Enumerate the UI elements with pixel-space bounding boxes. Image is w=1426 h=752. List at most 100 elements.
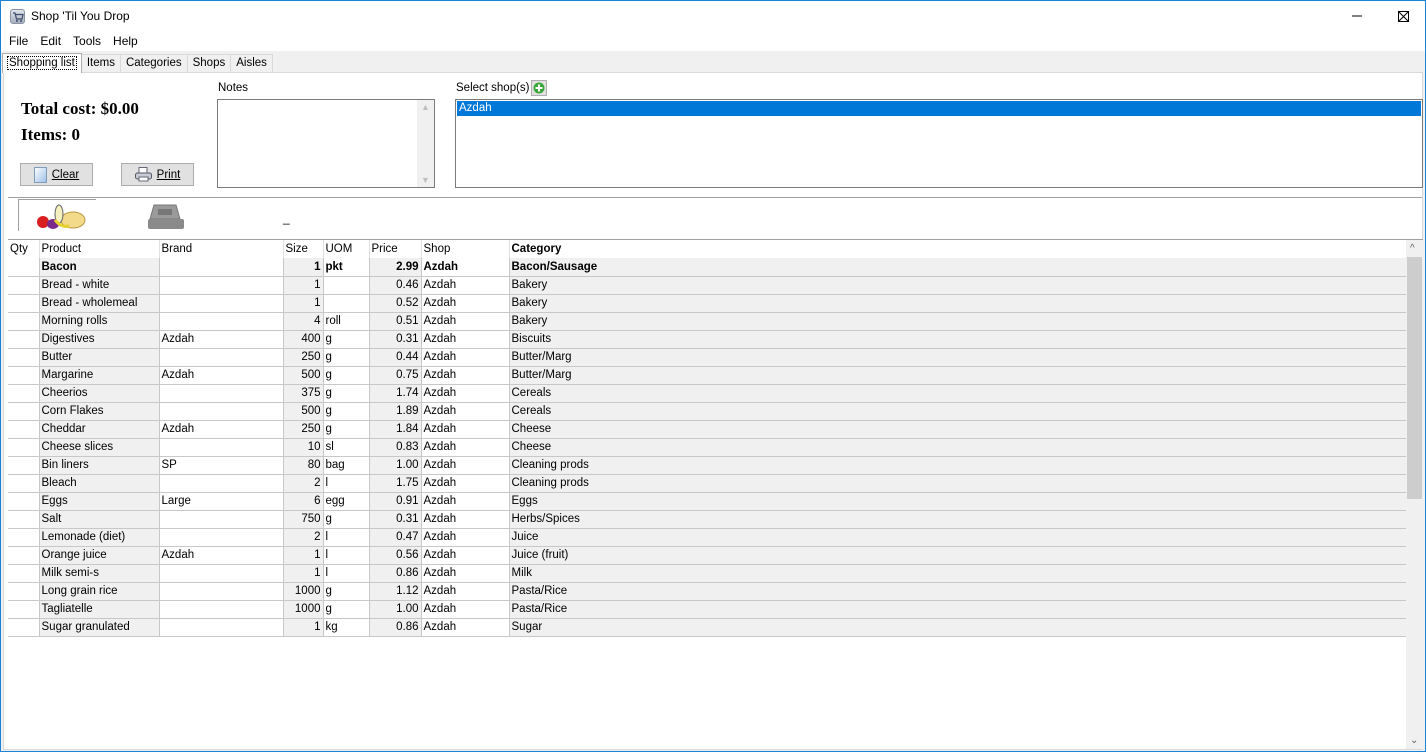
items-view-toggle[interactable] [18,199,96,231]
cell-qty[interactable] [8,528,40,547]
table-row[interactable]: Morning rolls 4 roll 0.51 Azdah Bakery [8,312,1407,331]
chevron-down-icon[interactable]: ⌄ [1410,735,1418,746]
col-uom[interactable]: UOM [323,240,370,258]
cell-shop: Azdah [421,474,510,493]
cell-qty[interactable] [8,510,40,529]
cell-size: 2 [283,474,324,493]
table-row[interactable]: Digestives Azdah 400 g 0.31 Azdah Biscuits [8,330,1407,349]
table-row[interactable]: Lemonade (diet) 2 l 0.47 Azdah Juice [8,528,1407,547]
cell-uom: g [323,366,370,385]
close-button[interactable] [1380,1,1426,31]
cell-brand [159,294,284,313]
clear-button[interactable]: Clear [20,163,93,186]
table-row[interactable]: Sugar granulated 1 kg 0.86 Azdah Sugar [8,618,1407,637]
table-row[interactable]: Corn Flakes 500 g 1.89 Azdah Cereals [8,402,1407,421]
cell-shop: Azdah [421,456,510,475]
cell-qty[interactable] [8,294,40,313]
scroll-down-icon[interactable]: ▼ [421,175,430,185]
table-row[interactable]: Salt 750 g 0.31 Azdah Herbs/Spices [8,510,1407,529]
cell-uom: g [323,384,370,403]
cell-qty[interactable] [8,438,40,457]
table-row[interactable]: Bin liners SP 80 bag 1.00 Azdah Cleaning prods [8,456,1407,475]
cell-uom: egg [323,492,370,511]
table-row[interactable]: Bacon 1 pkt 2.99 Azdah Bacon/Sausage [8,258,1407,277]
table-row[interactable]: Eggs Large 6 egg 0.91 Azdah Eggs [8,492,1407,511]
tab-shops[interactable]: Shops [186,54,232,72]
checkout-view-toggle[interactable] [144,201,188,234]
view-status: _ [283,211,290,225]
table-row[interactable]: Butter 250 g 0.44 Azdah Butter/Marg [8,348,1407,367]
table-row[interactable]: Milk semi-s 1 l 0.86 Azdah Milk [8,564,1407,583]
cell-qty[interactable] [8,420,40,439]
notes-textarea[interactable]: ▲ ▼ [217,99,435,188]
cell-qty[interactable] [8,366,40,385]
shop-listbox[interactable]: Azdah [455,99,1423,188]
cell-size: 6 [283,492,324,511]
window-title: Shop 'Til You Drop [31,9,130,23]
table-row[interactable]: Margarine Azdah 500 g 0.75 Azdah Butter/Marg [8,366,1407,385]
print-label: Print [156,168,181,181]
tab-categories[interactable]: Categories [119,54,188,72]
cell-qty[interactable] [8,456,40,475]
table-row[interactable]: Long grain rice 1000 g 1.12 Azdah Pasta/Rice [8,582,1407,601]
cell-uom [323,276,370,295]
cell-qty[interactable] [8,492,40,511]
table-row[interactable]: Bread - wholemeal 1 0.52 Azdah Bakery [8,294,1407,313]
grid-scrollbar[interactable]: ^ ⌄ [1406,240,1423,749]
menu-help[interactable]: Help [107,31,144,51]
cell-qty[interactable] [8,564,40,583]
cell-size: 1 [283,618,324,637]
table-row[interactable]: Cheerios 375 g 1.74 Azdah Cereals [8,384,1407,403]
table-row[interactable]: Cheese slices 10 sl 0.83 Azdah Cheese [8,438,1407,457]
col-price[interactable]: Price [369,240,422,258]
table-row[interactable]: Orange juice Azdah 1 l 0.56 Azdah Juice (fruit… [8,546,1407,565]
cell-qty[interactable] [8,618,40,637]
table-row[interactable]: Cheddar Azdah 250 g 1.84 Azdah Cheese [8,420,1407,439]
tab-shopping-list[interactable]: Shopping list [2,53,82,73]
cell-qty[interactable] [8,474,40,493]
chevron-up-icon[interactable]: ^ [1410,243,1415,254]
cell-brand [159,276,284,295]
cell-uom [323,294,370,313]
col-product[interactable]: Product [39,240,160,258]
cell-price: 1.75 [369,474,422,493]
shop-option-azdah[interactable]: Azdah [457,101,1421,116]
cell-qty[interactable] [8,384,40,403]
cell-qty[interactable] [8,348,40,367]
scrollbar-thumb[interactable] [1407,257,1422,499]
cell-qty[interactable] [8,600,40,619]
col-shop[interactable]: Shop [421,240,510,258]
add-shop-button[interactable] [531,80,547,96]
cell-qty[interactable] [8,276,40,295]
print-button[interactable]: Print [121,163,194,186]
cell-size: 2 [283,528,324,547]
col-size[interactable]: Size [283,240,324,258]
notes-scrollbar[interactable]: ▲ ▼ [417,100,434,187]
cell-qty[interactable] [8,258,40,277]
col-category[interactable]: Category [509,240,1408,258]
cell-qty[interactable] [8,546,40,565]
menu-tools[interactable]: Tools [67,31,107,51]
table-row[interactable]: Tagliatelle 1000 g 1.00 Azdah Pasta/Rice [8,600,1407,619]
menu-file[interactable]: File [3,31,34,51]
cell-size: 1 [283,546,324,565]
menu-edit[interactable]: Edit [34,31,67,51]
cell-shop: Azdah [421,330,510,349]
tab-items[interactable]: Items [80,54,121,72]
cell-price: 0.86 [369,564,422,583]
cell-qty[interactable] [8,330,40,349]
cell-price: 0.91 [369,492,422,511]
cell-shop: Azdah [421,366,510,385]
cell-qty[interactable] [8,402,40,421]
table-row[interactable]: Bleach 2 l 1.75 Azdah Cleaning prods [8,474,1407,493]
scroll-up-icon[interactable]: ▲ [421,102,430,112]
col-qty[interactable]: Qty [8,240,40,258]
cell-qty[interactable] [8,312,40,331]
cell-qty[interactable] [8,582,40,601]
cell-category: Bakery [509,312,1407,331]
table-row[interactable]: Bread - white 1 0.46 Azdah Bakery [8,276,1407,295]
cell-brand [159,312,284,331]
cell-brand [159,402,284,421]
col-brand[interactable]: Brand [159,240,284,258]
tab-aisles[interactable]: Aisles [230,54,273,72]
